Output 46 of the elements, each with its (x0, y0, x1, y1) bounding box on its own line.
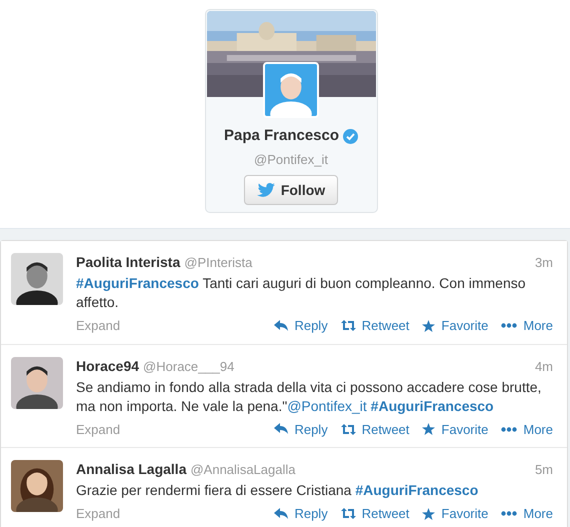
bird-icon (256, 183, 275, 197)
reply-icon (274, 320, 288, 332)
user-handle[interactable]: @Horace___94 (143, 356, 234, 376)
follow-button[interactable]: Follow (244, 175, 338, 205)
user-handle[interactable]: @PInterista (184, 253, 252, 272)
reply-action[interactable]: Reply (274, 504, 328, 524)
star-icon (422, 508, 436, 520)
favorite-action[interactable]: Favorite (422, 420, 488, 439)
star-icon (422, 320, 436, 332)
more-icon (501, 323, 518, 328)
expand-link[interactable]: Expand (76, 504, 120, 524)
retweet-icon (340, 508, 356, 520)
user-handle[interactable]: @AnnalisaLagalla (190, 460, 296, 480)
reply-action[interactable]: Reply (274, 420, 328, 439)
reply-action[interactable]: Reply (274, 316, 328, 336)
retweet-action[interactable]: Retweet (340, 316, 410, 336)
user-name[interactable]: Annalisa Lagalla (76, 459, 186, 480)
tweet-time[interactable]: 5m (534, 460, 553, 480)
profile-name[interactable]: Papa Francesco (224, 125, 340, 148)
favorite-action[interactable]: Favorite (422, 316, 488, 336)
star-icon (422, 423, 436, 436)
expand-link[interactable]: Expand (76, 420, 120, 439)
tweet-time[interactable]: 3m (534, 253, 553, 272)
tweet-text: #AuguriFrancesco Tanti cari auguri di buon compleanno. Con immenso affetto. (76, 274, 527, 312)
reply-icon (274, 423, 288, 436)
expand-link[interactable]: Expand (76, 316, 120, 336)
more-action[interactable]: More (501, 504, 553, 524)
more-action[interactable]: More (501, 316, 553, 336)
profile-handle: @Pontifex_it (254, 150, 328, 169)
retweet-icon (340, 320, 356, 332)
more-icon (501, 426, 518, 432)
more-action[interactable]: More (501, 420, 553, 439)
avatar[interactable] (11, 253, 63, 305)
avatar[interactable] (11, 460, 63, 512)
favorite-action[interactable]: Favorite (422, 504, 488, 524)
reply-icon (274, 508, 288, 520)
user-name[interactable]: Horace94 (76, 356, 140, 376)
more-icon (501, 511, 518, 516)
retweet-icon (340, 424, 356, 435)
tweet-time[interactable]: 4m (534, 356, 553, 376)
tweet-text: Se andiamo in fondo alla strada della vita ci possono accadere cose brutte, ma non importa. Ne vale la pena."@Pontifex_it #AuguriFrancesco (76, 378, 542, 416)
avatar[interactable] (11, 356, 63, 408)
retweet-action[interactable]: Retweet (340, 504, 410, 524)
user-name[interactable]: Paolita Interista (76, 252, 180, 273)
tweet-text: Grazie per rendermi fiera di essere Cristiana #AuguriFrancesco (76, 481, 480, 500)
retweet-action[interactable]: Retweet (340, 420, 410, 439)
